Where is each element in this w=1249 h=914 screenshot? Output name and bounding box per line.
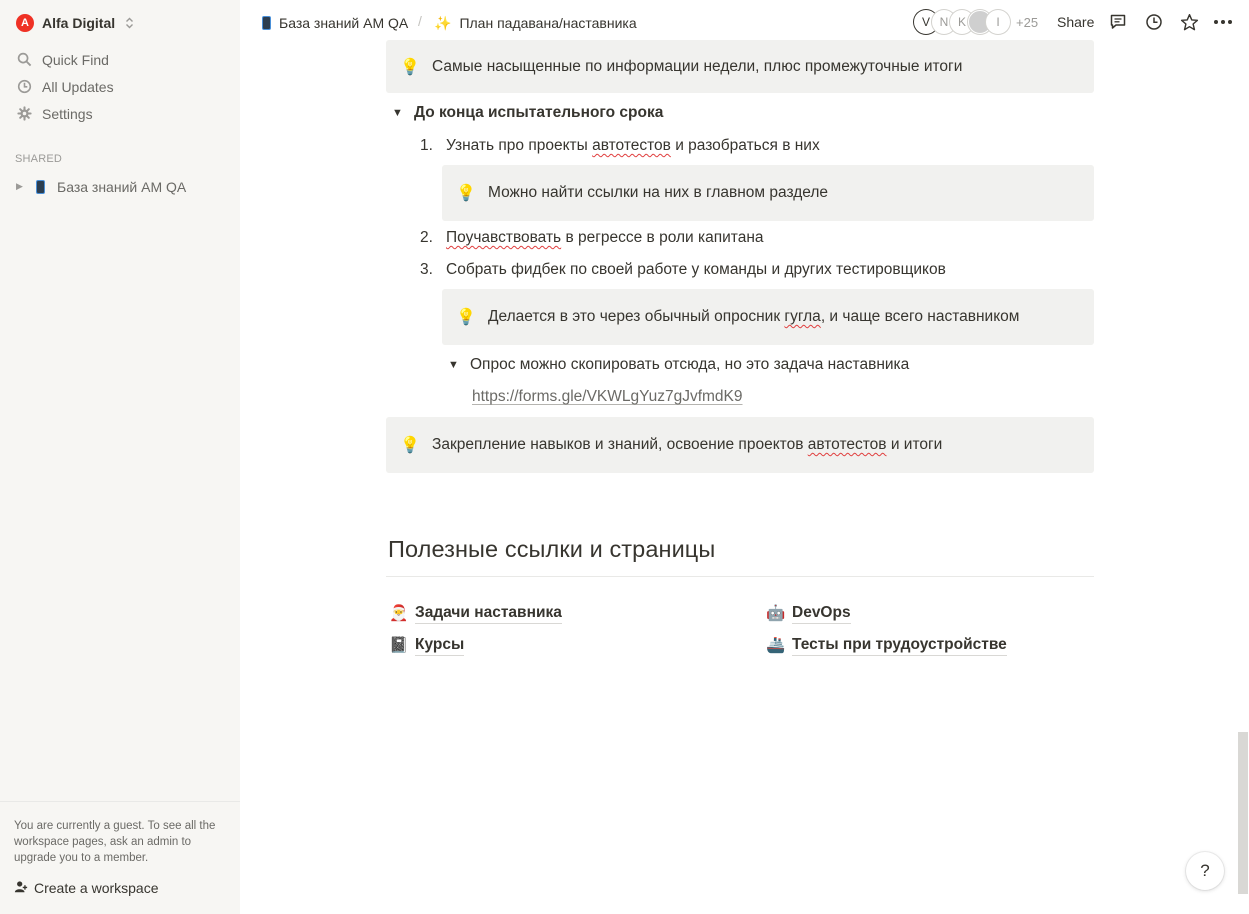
workspace-name: Alfa Digital [42,15,116,31]
phone-icon [36,179,45,194]
toggle-triangle-icon[interactable]: ▼ [392,107,414,119]
shared-section-label: SHARED [15,153,63,165]
page-link-label: Задачи наставника [415,603,562,624]
page-link-hiring-tests[interactable]: 🚢 Тесты при трудоустройстве [766,635,1007,656]
all-updates-button[interactable]: All Updates [10,73,230,100]
page-link-label: Тесты при трудоустройстве [792,635,1007,656]
heading-divider [386,576,1094,577]
callout-links: 💡 Можно найти ссылки на них в главном ра… [442,165,1094,221]
lightbulb-icon: 💡 [456,185,476,202]
breadcrumb-current-page[interactable]: ✨ План падавана/наставника [430,12,641,34]
callout-text: Закрепление навыков и знаний, освоение п… [432,436,943,453]
section-heading: Полезные ссылки и страницы [388,536,716,562]
callout-text: Делается в это через обычный опросник гу… [488,308,1020,325]
chevron-updown-icon [125,17,134,29]
expand-triangle-icon[interactable]: ▶ [16,181,28,192]
favorite-star-icon[interactable] [1176,10,1202,34]
more-options-icon[interactable] [1210,10,1236,34]
list-number: 2. [420,229,433,246]
toggle-survey[interactable]: ▼ Опрос можно скопировать отсюда, но это… [448,356,909,374]
callout-top: 💡 Самые насыщенные по информации недели,… [386,40,1094,93]
quick-find-button[interactable]: Quick Find [10,46,230,73]
search-icon [16,52,32,68]
toggle-text: Опрос можно скопировать отсюда, но это з… [470,356,910,373]
lightbulb-icon: 💡 [400,437,420,454]
survey-link[interactable]: https://forms.gle/VKWLgYuz7gJvfmdK9 [472,388,743,406]
collaborator-avatars[interactable]: V N K I +25 [914,10,1038,34]
list-number: 3. [420,261,433,278]
settings-button[interactable]: Settings [10,100,230,127]
history-icon[interactable] [1141,10,1167,34]
toggle-triangle-icon[interactable]: ▼ [448,359,470,371]
lightbulb-icon: 💡 [400,58,420,76]
topbar: База знаний AM QA / ✨ План падавана/наст… [240,0,1249,45]
page-link-courses[interactable]: 📓 Курсы [389,635,465,656]
list-item: 3. Собрать фидбек по своей работе у кома… [420,261,946,279]
sidebar: A Alfa Digital Quick Find All Updates Se… [0,0,240,914]
list-text: Узнать про проекты автотестов и разобрат… [446,137,820,154]
page-link-mentor-tasks[interactable]: 🎅 Задачи наставника [389,603,562,624]
page-link-label: DevOps [792,603,851,624]
toggle-probation[interactable]: ▼ До конца испытательного срока [392,104,663,122]
guest-notice: You are currently a guest. To see all th… [14,820,216,864]
breadcrumb-separator: / [418,13,422,29]
robot-icon: 🤖 [766,605,786,622]
comments-icon[interactable] [1105,10,1131,34]
share-button[interactable]: Share [1051,11,1100,33]
ship-icon: 🚢 [766,637,786,654]
list-text: Собрать фидбек по своей работе у команды… [446,261,946,278]
list-text: Поучавствовать в регрессе в роли капитан… [446,229,764,246]
sidebar-footer: You are currently a guest. To see all th… [0,801,240,914]
callout-text: Самые насыщенные по информации недели, п… [432,57,963,75]
workspace-switcher[interactable]: A Alfa Digital [10,9,140,37]
notebook-icon: 📓 [389,637,409,654]
avatar-more-count: +25 [1016,14,1039,30]
list-number: 1. [420,137,433,154]
create-workspace-button[interactable]: Create a workspace [10,876,163,900]
breadcrumb-label: База знаний AM QA [279,15,409,31]
list-item: 1. Узнать про проекты автотестов и разоб… [420,137,820,155]
create-workspace-label: Create a workspace [34,880,159,896]
sidebar-item-label: База знаний AM QA [57,178,187,195]
scrollbar-thumb[interactable] [1238,732,1248,894]
quick-find-label: Quick Find [42,51,109,68]
lightbulb-icon: 💡 [456,309,476,326]
avatar: I [986,10,1010,34]
sidebar-item-knowledge-base[interactable]: ▶ База знаний AM QA [10,173,230,200]
settings-label: Settings [42,105,93,122]
page-link-label: Курсы [415,635,465,656]
person-add-icon [14,880,28,897]
callout-survey: 💡 Делается в это через обычный опросник … [442,289,1094,345]
breadcrumb-knowledge-base[interactable]: База знаний AM QA [258,12,412,34]
clock-icon [16,79,32,95]
help-button[interactable]: ? [1186,852,1224,890]
breadcrumb-label: План падавана/наставника [459,15,637,31]
phone-icon [262,16,271,30]
list-item: 2. Поучавствовать в регрессе в роли капи… [420,229,764,247]
callout-text: Можно найти ссылки на них в главном разд… [488,184,829,201]
callout-bottom: 💡 Закрепление навыков и знаний, освоение… [386,417,1094,473]
santa-icon: 🎅 [389,605,409,622]
gear-icon [16,106,32,122]
page-link-devops[interactable]: 🤖 DevOps [766,603,851,624]
toggle-heading: До конца испытательного срока [414,104,664,121]
all-updates-label: All Updates [42,78,114,95]
sparkles-icon: ✨ [434,14,452,31]
workspace-logo-icon: A [16,14,34,32]
